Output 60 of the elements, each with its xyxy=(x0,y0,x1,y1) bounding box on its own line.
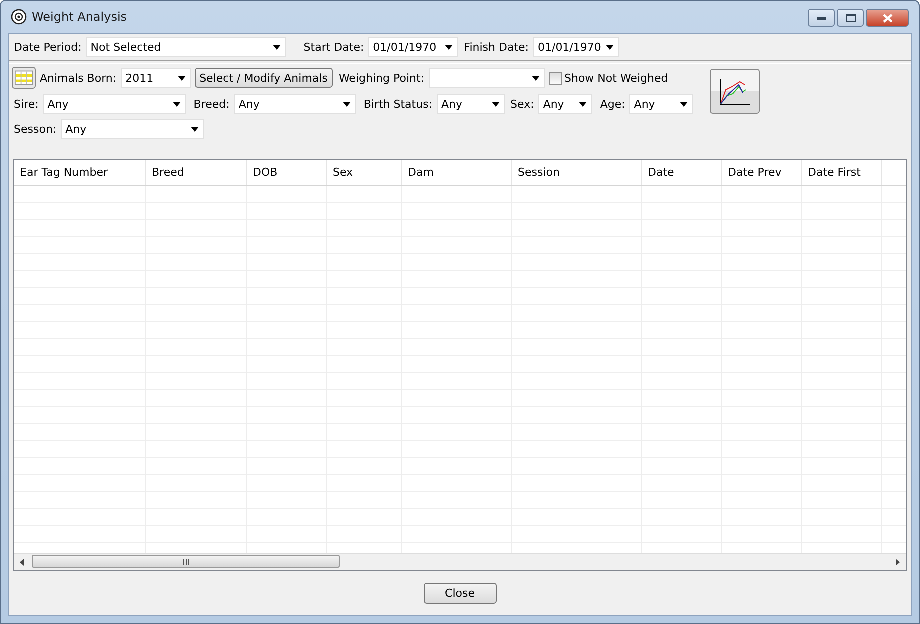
field-label: Sesson: xyxy=(14,122,57,136)
column-header[interactable]: Sex xyxy=(327,160,402,185)
field-label: Start Date: xyxy=(304,40,364,54)
column-header[interactable]: Date First xyxy=(802,160,882,185)
filter-dropdown[interactable]: Any xyxy=(538,94,592,114)
caret-icon xyxy=(178,76,186,80)
date-dropdown[interactable]: 01/01/1970 xyxy=(532,37,619,57)
field-label: Sex: xyxy=(510,98,534,110)
right-arrow-icon[interactable] xyxy=(896,558,900,566)
minimize-button[interactable] xyxy=(808,9,835,27)
field-label: Finish Date: xyxy=(464,40,529,54)
field-label: Birth Status: xyxy=(364,98,433,110)
field-label: Date Period: xyxy=(14,40,82,54)
column-header[interactable]: Date xyxy=(642,160,722,185)
caret-icon xyxy=(342,102,351,106)
caret-icon xyxy=(606,44,614,50)
caret-icon xyxy=(680,102,688,106)
caret-icon xyxy=(190,126,199,132)
column-header[interactable]: DOB xyxy=(247,160,327,185)
caret-icon xyxy=(579,102,588,106)
close-window-button[interactable] xyxy=(866,9,909,27)
window-title: Weight Analysis xyxy=(32,10,128,24)
select-animals-button[interactable]: Select / Modify Animals xyxy=(194,68,333,88)
line-chart-icon xyxy=(718,76,752,106)
grip-icon xyxy=(182,558,190,564)
maximize-button[interactable] xyxy=(837,9,864,27)
checkbox-label: Show Not Weighed xyxy=(564,72,668,84)
field-label: Animals Born: xyxy=(40,72,117,84)
date-dropdown[interactable]: 01/01/1970 xyxy=(368,37,458,57)
column-header[interactable]: Ear Tag Number xyxy=(14,160,146,185)
horizontal-scrollbar[interactable] xyxy=(14,553,906,570)
caret-icon xyxy=(172,102,181,106)
filter-dropdown[interactable]: Any xyxy=(42,94,186,114)
column-header[interactable]: Session xyxy=(512,160,642,185)
field-label: Weighing Point: xyxy=(338,72,424,84)
field-label: Sire: xyxy=(14,98,39,110)
date-dropdown[interactable]: Not Selected xyxy=(86,37,286,57)
table-icon[interactable] xyxy=(12,67,36,89)
filter-dropdown[interactable]: Any xyxy=(436,94,505,114)
minimize-icon xyxy=(817,16,826,20)
filter-dropdown[interactable]: Any xyxy=(234,94,356,114)
close-icon xyxy=(882,14,892,22)
close-button[interactable]: Close xyxy=(424,582,496,604)
chart-button[interactable] xyxy=(710,69,760,114)
column-header[interactable]: Date Prev xyxy=(722,160,802,185)
session-dropdown[interactable]: Any xyxy=(60,119,204,139)
caret-icon xyxy=(272,44,281,50)
checkbox[interactable] xyxy=(548,72,562,84)
left-arrow-icon[interactable] xyxy=(20,558,24,566)
field-label: Breed: xyxy=(194,98,230,110)
target-icon xyxy=(11,9,27,25)
caret-icon xyxy=(532,76,540,80)
filter-dropdown[interactable]: Any xyxy=(629,94,694,114)
column-header[interactable]: Dam xyxy=(402,160,512,185)
maximize-icon xyxy=(846,14,856,22)
field-label: Age: xyxy=(600,98,626,110)
caret-icon xyxy=(492,102,500,106)
caret-icon xyxy=(445,44,454,50)
year-dropdown[interactable]: 2011 xyxy=(120,68,191,88)
column-header[interactable]: Breed xyxy=(146,160,247,185)
